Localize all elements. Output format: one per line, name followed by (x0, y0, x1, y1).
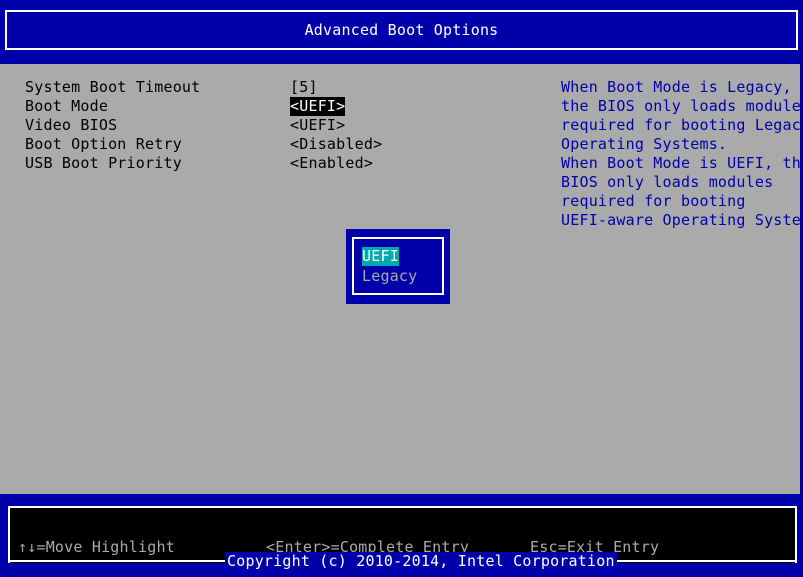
help-line: When Boot Mode is Legacy, (561, 78, 792, 96)
setting-value-selected[interactable]: <UEFI> (290, 97, 346, 116)
help-line: Operating Systems. (561, 135, 728, 153)
help-line: UEFI-aware Operating Systems. (561, 211, 803, 229)
bios-screen: Advanced Boot Options System Boot Timeou… (0, 0, 803, 577)
page-title: Advanced Boot Options (304, 21, 499, 39)
setting-value[interactable]: <Enabled> (290, 154, 373, 173)
popup-option-uefi[interactable]: UEFI (362, 247, 399, 266)
setting-label: System Boot Timeout (25, 78, 201, 96)
help-line: When Boot Mode is UEFI, the (561, 154, 803, 172)
header-frame: Advanced Boot Options (5, 10, 798, 50)
setting-label: Boot Option Retry (25, 135, 182, 153)
setting-label: Video BIOS (25, 116, 118, 134)
bottom-strip (0, 570, 803, 577)
setting-value[interactable]: <UEFI> (290, 116, 345, 135)
setting-label: Boot Mode (25, 97, 109, 115)
setting-value[interactable]: [5] (290, 78, 318, 97)
hint-move-highlight: ↑↓=Move Highlight (18, 538, 175, 556)
setting-label: USB Boot Priority (25, 154, 182, 172)
setting-value[interactable]: <Disabled> (290, 135, 382, 154)
help-line: the BIOS only loads modules (561, 97, 803, 115)
help-text: When Boot Mode is Legacy, the BIOS only … (561, 78, 803, 230)
help-line: required for booting (561, 192, 746, 210)
popup-option-legacy[interactable]: Legacy (362, 267, 417, 286)
popup-frame: UEFI Legacy (352, 237, 444, 295)
help-line: BIOS only loads modules (561, 173, 774, 191)
help-line: required for booting Legacy (561, 116, 803, 134)
copyright-text: Copyright (c) 2010-2014, Intel Corporati… (225, 552, 617, 571)
boot-mode-popup: UEFI Legacy (346, 229, 450, 304)
header-bar: Advanced Boot Options (0, 0, 803, 64)
